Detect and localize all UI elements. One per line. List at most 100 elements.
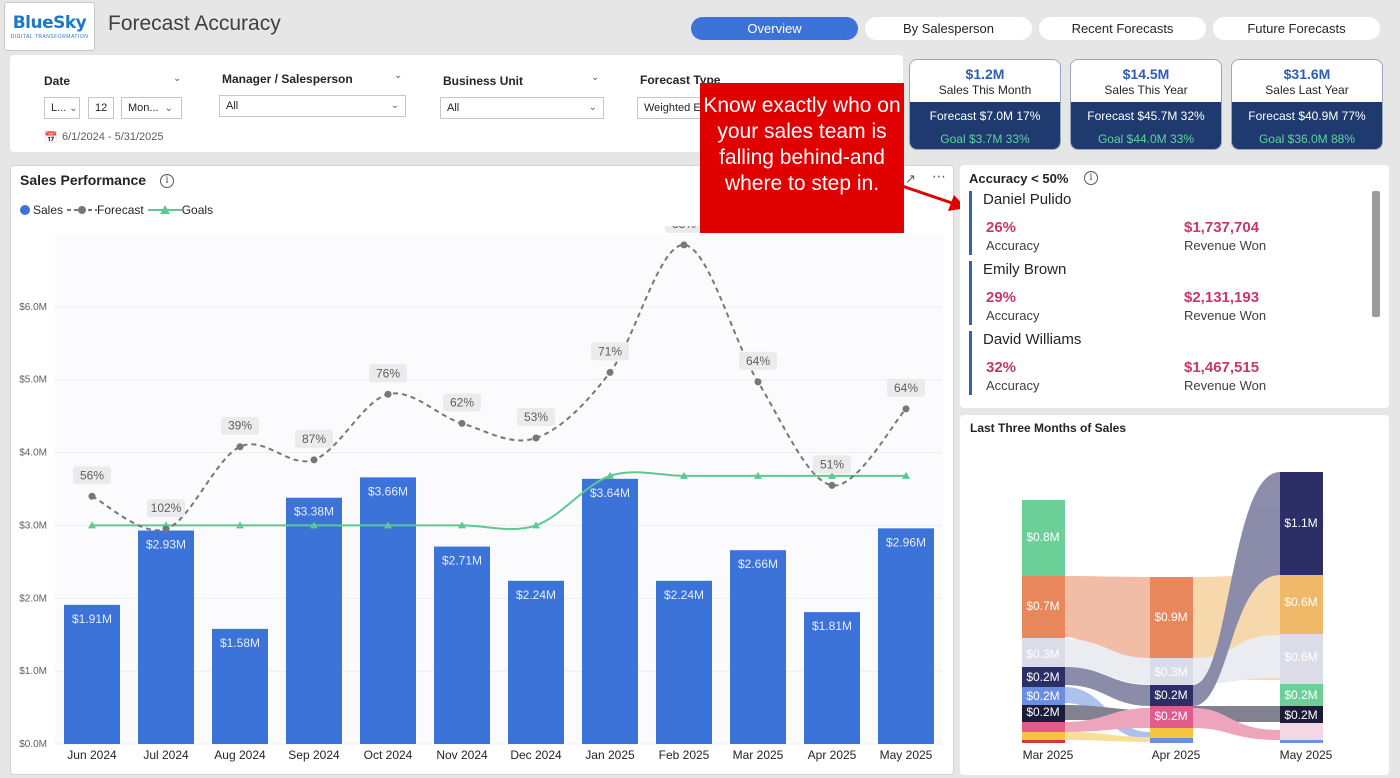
forecast-point	[754, 378, 762, 386]
bar-value-label: $1.58M	[220, 636, 260, 650]
chevron-down-icon[interactable]: ⌄	[394, 70, 402, 81]
accuracy-scrollbar[interactable]	[1372, 191, 1380, 317]
info-icon[interactable]: i	[1084, 171, 1098, 185]
accuracy-label: Accuracy	[986, 308, 1040, 323]
date-relative-select[interactable]: L... ⌄	[44, 97, 80, 119]
tab-by-salesperson[interactable]: By Salesperson	[865, 17, 1032, 40]
logo-subtitle: DIGITAL TRANSFORMATION	[10, 34, 89, 40]
kpi-value: $31.6M	[1283, 66, 1331, 82]
accuracy-list-item[interactable]: David Williams 32% Accuracy $1,467,515 R…	[969, 331, 1349, 395]
legend-sales: Sales	[33, 203, 64, 217]
may-label: $0.2M	[1284, 708, 1317, 722]
chevron-down-icon: ⌄	[164, 103, 173, 114]
may-label: $0.6M	[1284, 595, 1317, 609]
business-unit-select[interactable]: All ⌄	[440, 97, 604, 119]
salesperson-name: Daniel Pulido	[983, 191, 1072, 208]
accuracy-list-item[interactable]: Daniel Pulido 26% Accuracy $1,737,704 Re…	[969, 191, 1349, 255]
tab-overview[interactable]: Overview	[691, 17, 858, 40]
calendar-icon[interactable]: 📅	[44, 131, 58, 144]
date-count-input[interactable]: 12	[88, 97, 114, 119]
x-axis-label: Apr 2025	[808, 748, 857, 762]
kpi-forecast: Forecast $7.0M 17%	[929, 109, 1041, 123]
revenue-label: Revenue Won	[1184, 308, 1267, 323]
month-axis-label: May 2025	[1280, 748, 1333, 762]
forecast-point	[458, 419, 466, 427]
forecast-pct-label: 39%	[228, 419, 252, 433]
kpi-goal: Goal $3.7M 33%	[940, 132, 1030, 146]
forecast-point	[902, 405, 910, 413]
mar-seg-yellow	[1022, 732, 1065, 740]
tab-future-forecasts[interactable]: Future Forecasts	[1213, 17, 1380, 40]
forecast-point	[680, 241, 688, 249]
apr-label: $0.3M	[1154, 665, 1187, 679]
sales-bar	[286, 497, 342, 744]
forecast-pct-label: 51%	[820, 457, 844, 471]
sales-bar	[582, 478, 638, 744]
accuracy-label: Accuracy	[986, 238, 1040, 253]
sales-bar	[656, 580, 712, 744]
forecast-type-select[interactable]: Weighted Es	[637, 97, 707, 119]
salesperson-name: David Williams	[983, 331, 1082, 348]
y-tick-label: $3.0M	[19, 520, 47, 531]
apr-label: $0.9M	[1154, 610, 1187, 624]
apr-label: $0.2M	[1154, 688, 1187, 702]
kpi-forecast: Forecast $45.7M 32%	[1087, 109, 1205, 123]
legend-forecast: Forecast	[97, 203, 144, 217]
chevron-down-icon[interactable]: ⌄	[591, 72, 599, 83]
sales-legend-marker	[20, 205, 30, 215]
revenue-value: $2,131,193	[1184, 289, 1260, 306]
forecast-point	[384, 390, 392, 398]
x-axis-label: Feb 2025	[659, 748, 710, 762]
bar-value-label: $2.66M	[738, 557, 778, 571]
chevron-down-icon[interactable]: ⌄	[173, 73, 181, 84]
mar-label: $0.2M	[1026, 670, 1059, 684]
mar-label: $0.8M	[1026, 530, 1059, 544]
tab-recent-forecasts[interactable]: Recent Forecasts	[1039, 17, 1206, 40]
accuracy-value: 29%	[986, 289, 1017, 306]
x-axis-label: Mar 2025	[733, 748, 784, 762]
month-axis-label: Mar 2025	[1023, 748, 1074, 762]
kpi-goal: Goal $44.0M 33%	[1097, 132, 1195, 146]
kpi-forecast: Forecast $40.9M 77%	[1248, 109, 1366, 123]
forecast-point	[236, 443, 244, 451]
forecast-pct-label: 76%	[376, 366, 400, 380]
sales-bar	[360, 477, 416, 744]
y-tick-label: $5.0M	[19, 375, 47, 386]
sales-bar	[434, 546, 490, 744]
x-axis-label: Nov 2024	[436, 748, 488, 762]
manager-select[interactable]: All ⌄	[219, 95, 406, 117]
may-label: $1.1M	[1284, 516, 1317, 530]
kpi-card-sales-last-year: $31.6M Sales Last Year Forecast $40.9M 7…	[1231, 59, 1383, 150]
forecast-pct-label: 62%	[450, 395, 474, 409]
mar-seg-red	[1022, 740, 1065, 743]
date-relative-value: L...	[51, 102, 67, 114]
forecast-pct-label: 71%	[598, 344, 622, 358]
forecast-point	[606, 368, 614, 376]
mar-seg-pink	[1022, 722, 1065, 732]
accuracy-list-item[interactable]: Emily Brown 29% Accuracy $2,131,193 Reve…	[969, 261, 1349, 325]
forecast-pct-label: 64%	[746, 354, 770, 368]
y-tick-label: $2.0M	[19, 593, 47, 604]
x-axis-label: Jul 2024	[143, 748, 189, 762]
apr-label: $0.2M	[1154, 709, 1187, 723]
sales-bar	[878, 528, 934, 744]
forecast-pct-label: 53%	[524, 410, 548, 424]
date-unit-select[interactable]: Mon... ⌄	[121, 97, 182, 119]
forecast-point	[88, 492, 96, 500]
apr-seg-yellow	[1150, 728, 1193, 738]
x-axis-label: Jan 2025	[585, 748, 635, 762]
forecast-point	[162, 525, 170, 533]
kpi-label: Sales This Month	[938, 83, 1032, 97]
kpi-goal: Goal $36.0M 88%	[1258, 132, 1356, 146]
chart-legend: Sales Forecast Goals	[20, 203, 213, 217]
bar-value-label: $2.24M	[664, 588, 704, 602]
forecast-legend-marker	[67, 206, 98, 214]
kpi-value: $1.2M	[965, 66, 1005, 82]
revenue-label: Revenue Won	[1184, 378, 1267, 393]
bar-value-label: $3.66M	[368, 484, 408, 498]
sales-bar	[730, 550, 786, 744]
accuracy-label: Accuracy	[986, 378, 1040, 393]
y-tick-label: $0.0M	[19, 739, 47, 750]
bar-value-label: $2.93M	[146, 538, 186, 552]
info-icon[interactable]: i	[160, 174, 174, 188]
